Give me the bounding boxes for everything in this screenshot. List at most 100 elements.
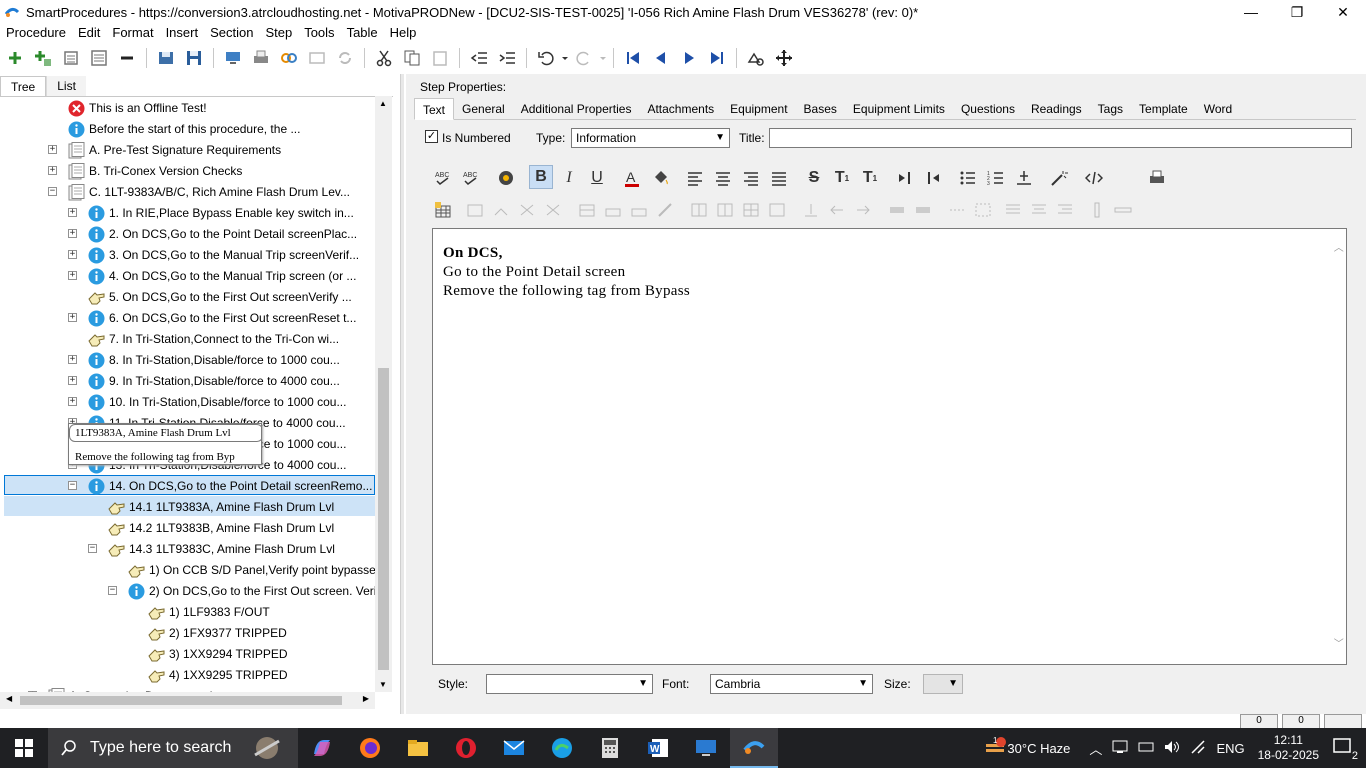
undo-dropdown-icon[interactable] <box>560 47 570 69</box>
expand-icon[interactable]: + <box>68 271 77 280</box>
menu-table[interactable]: Table <box>341 24 384 42</box>
increase-indent-icon[interactable] <box>893 166 917 190</box>
menu-edit[interactable]: Edit <box>72 24 106 42</box>
tree-node[interactable]: 14.2 1LT9383B, Amine Flash Drum Lvl <box>108 518 334 538</box>
mail-icon[interactable] <box>490 728 538 768</box>
section-icon[interactable] <box>60 47 82 69</box>
spellcheck-icon[interactable]: ABC <box>431 166 455 190</box>
start-button[interactable] <box>0 728 48 768</box>
scroll-up-icon[interactable]: ▲ <box>379 99 387 108</box>
tree-node[interactable]: A. Pre-Test Signature Requirements <box>68 140 281 160</box>
is-numbered-checkbox[interactable]: ✓ <box>425 130 438 143</box>
collapse-icon[interactable]: − <box>88 544 97 553</box>
file-explorer-icon[interactable] <box>394 728 442 768</box>
strikethrough-button[interactable]: S <box>802 166 826 190</box>
tree-node[interactable]: 2) 1FX9377 TRIPPED <box>148 623 287 643</box>
monitor-icon[interactable] <box>222 47 244 69</box>
underline-button[interactable]: U <box>585 166 609 190</box>
subscript-button[interactable]: T1 <box>858 166 882 190</box>
font-color-icon[interactable]: A <box>620 166 644 190</box>
tree-node[interactable]: 1) 1LF9383 F/OUT <box>148 602 270 622</box>
edge-icon[interactable] <box>538 728 586 768</box>
display-icon[interactable] <box>1138 740 1154 757</box>
tree-node[interactable]: 4) 1XX9295 TRIPPED <box>148 665 288 685</box>
menu-insert[interactable]: Insert <box>160 24 205 42</box>
italic-button[interactable]: I <box>557 166 581 190</box>
html-source-icon[interactable] <box>1082 166 1106 190</box>
tree-node[interactable]: 1) On CCB S/D Panel,Verify point bypasse… <box>128 560 386 580</box>
print-preview-icon[interactable] <box>1145 166 1169 190</box>
align-left-icon[interactable] <box>683 166 707 190</box>
tab-equipment[interactable]: Equipment <box>722 98 795 119</box>
tree-node[interactable]: 6. On DCS,Go to the First Out screenRese… <box>88 308 356 328</box>
spellcheck-options-icon[interactable]: ABC <box>459 166 483 190</box>
add-substep-icon[interactable] <box>32 47 54 69</box>
language-indicator[interactable]: ENG <box>1216 741 1244 756</box>
indent-icon[interactable] <box>496 47 518 69</box>
justify-icon[interactable] <box>767 166 791 190</box>
fill-color-icon[interactable] <box>648 166 672 190</box>
cut-icon[interactable] <box>373 47 395 69</box>
expand-icon[interactable]: + <box>68 355 77 364</box>
tree-vertical-scrollbar[interactable]: ▲ ▼ <box>375 96 392 692</box>
tree-node[interactable]: C. 1LT-9383A/B/C, Rich Amine Flash Drum … <box>68 182 350 202</box>
last-step-icon[interactable] <box>706 47 728 69</box>
copy-icon[interactable] <box>401 47 423 69</box>
tab-equipment-limits[interactable]: Equipment Limits <box>845 98 953 119</box>
editor-scroll-down-icon[interactable]: ﹀ <box>1334 635 1344 654</box>
tab-word[interactable]: Word <box>1196 98 1240 119</box>
tree-node[interactable]: Before the start of this procedure, the … <box>68 119 300 139</box>
add-step-icon[interactable] <box>4 47 26 69</box>
outdent-icon[interactable] <box>468 47 490 69</box>
menu-tools[interactable]: Tools <box>298 24 340 42</box>
copilot-icon[interactable] <box>298 728 346 768</box>
align-center-icon[interactable] <box>711 166 735 190</box>
expand-icon[interactable]: + <box>68 313 77 322</box>
style-select[interactable]: ▼ <box>486 674 653 694</box>
bullet-list-icon[interactable] <box>956 166 980 190</box>
delete-icon[interactable] <box>116 47 138 69</box>
smartprocedures-taskbar-icon[interactable] <box>730 728 778 768</box>
network-adapter-icon[interactable] <box>1112 740 1128 757</box>
tab-tree[interactable]: Tree <box>0 76 47 96</box>
step-text-editor[interactable]: On DCS, Go to the Point Detail screen Re… <box>432 228 1347 665</box>
previous-step-icon[interactable] <box>650 47 672 69</box>
tab-attachments[interactable]: Attachments <box>639 98 722 119</box>
move-icon[interactable] <box>773 47 795 69</box>
show-hidden-icons-icon[interactable]: ︿ <box>1089 739 1102 758</box>
tree-node[interactable]: 9. In Tri-Station,Disable/force to 4000 … <box>88 371 340 391</box>
tree-node[interactable]: 14. On DCS,Go to the Point Detail screen… <box>88 476 372 496</box>
print-icon[interactable] <box>250 47 272 69</box>
remote-desktop-icon[interactable] <box>682 728 730 768</box>
weather-text[interactable]: 30°C Haze <box>1007 741 1070 756</box>
wifi-icon[interactable] <box>1190 739 1206 757</box>
expand-icon[interactable]: + <box>48 145 57 154</box>
tree-node[interactable]: 3. On DCS,Go to the Manual Trip screenVe… <box>88 245 359 265</box>
insert-table-icon[interactable] <box>431 198 455 222</box>
bold-button[interactable]: B <box>529 165 553 189</box>
minimize-button[interactable]: — <box>1228 0 1274 24</box>
first-step-icon[interactable] <box>622 47 644 69</box>
panel-splitter[interactable] <box>400 74 404 714</box>
tree-node[interactable]: 7. In Tri-Station,Connect to the Tri-Con… <box>88 329 339 349</box>
tree-node[interactable]: 4. On DCS,Go to the Manual Trip screen (… <box>88 266 356 286</box>
tree-hscroll-thumb[interactable] <box>20 696 342 705</box>
scroll-left-icon[interactable]: ◀ <box>6 694 12 703</box>
tab-questions[interactable]: Questions <box>953 98 1023 119</box>
undo-icon[interactable] <box>535 47 557 69</box>
volume-icon[interactable] <box>1164 740 1180 757</box>
tab-additional-properties[interactable]: Additional Properties <box>513 98 640 119</box>
expand-icon[interactable]: + <box>68 376 77 385</box>
numbered-list-icon[interactable]: 123 <box>984 166 1008 190</box>
maximize-button[interactable]: ❐ <box>1274 0 1320 24</box>
clock[interactable]: 12:11 18-02-2025 <box>1258 733 1319 763</box>
expand-icon[interactable]: + <box>48 166 57 175</box>
procedure-tree[interactable]: This is an Offline Test! Before the start… <box>0 96 393 692</box>
scroll-down-icon[interactable]: ▼ <box>379 680 387 689</box>
magic-wand-icon[interactable] <box>1047 166 1071 190</box>
collapse-icon[interactable]: − <box>48 187 57 196</box>
type-select[interactable]: Information ▼ <box>571 128 730 148</box>
expand-icon[interactable]: + <box>68 250 77 259</box>
menu-procedure[interactable]: Procedure <box>0 24 72 42</box>
title-input[interactable] <box>769 128 1352 148</box>
